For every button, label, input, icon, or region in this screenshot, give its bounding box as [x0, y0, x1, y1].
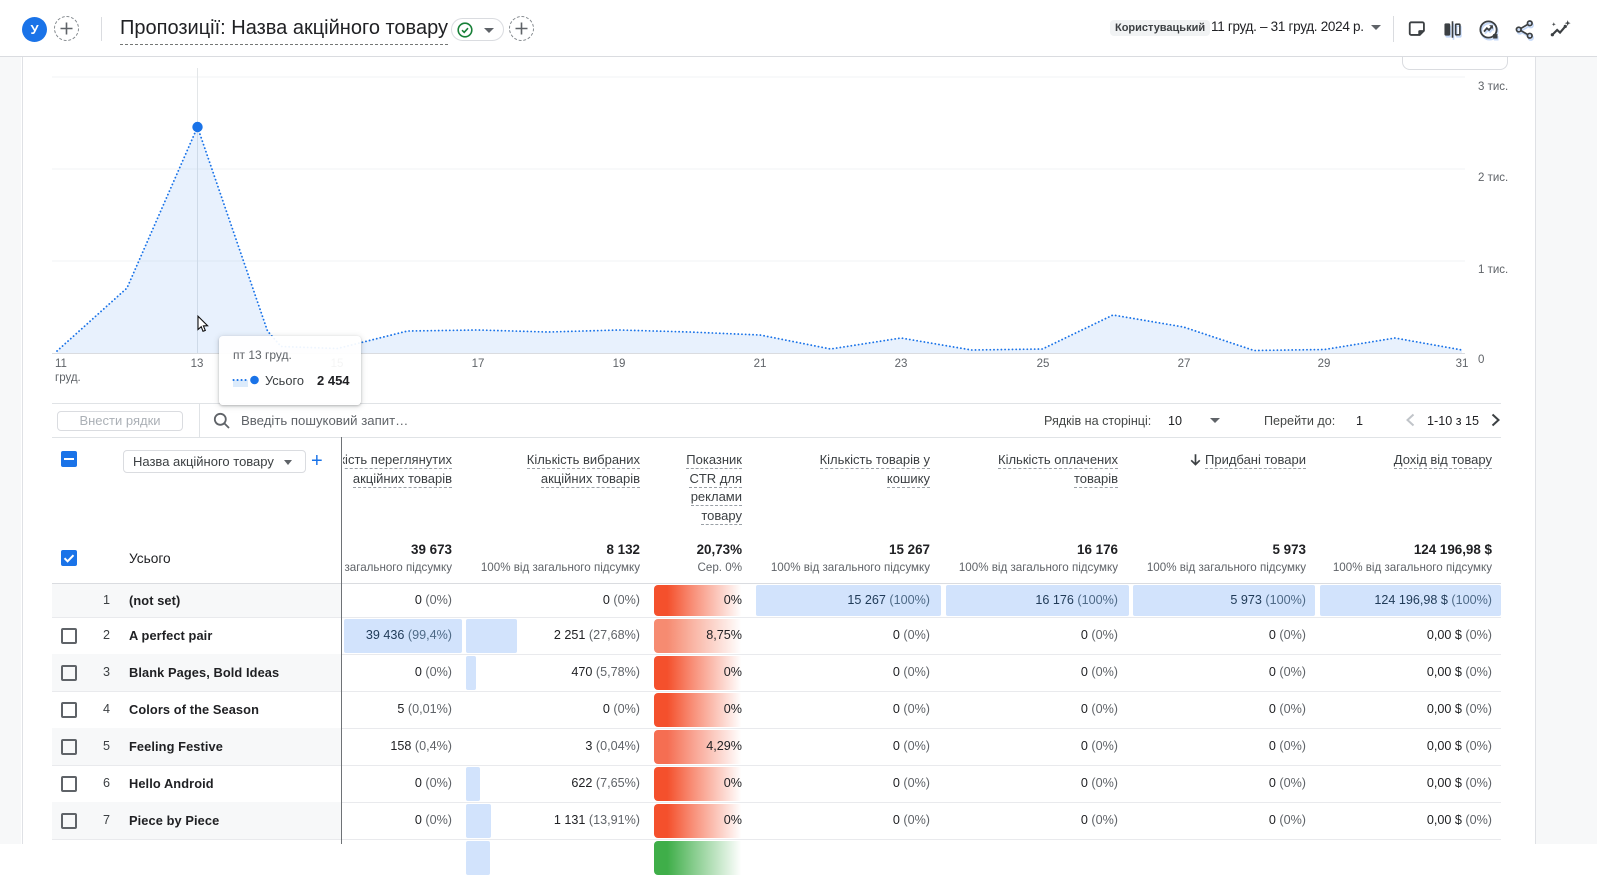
svg-text:2 тис.: 2 тис.: [1478, 172, 1508, 184]
svg-text:27: 27: [1178, 358, 1191, 370]
svg-text:23: 23: [895, 358, 908, 370]
svg-text:31: 31: [1456, 358, 1469, 370]
svg-text:21: 21: [754, 358, 767, 370]
svg-text:29: 29: [1318, 358, 1331, 370]
svg-text:3 тис.: 3 тис.: [1478, 81, 1508, 93]
svg-text:11: 11: [55, 358, 67, 370]
svg-text:0: 0: [1478, 354, 1484, 366]
svg-text:25: 25: [1037, 358, 1050, 370]
svg-text:груд.: груд.: [55, 372, 81, 384]
svg-text:19: 19: [613, 358, 626, 370]
svg-text:13: 13: [191, 358, 204, 370]
svg-text:17: 17: [472, 358, 485, 370]
svg-text:1 тис.: 1 тис.: [1478, 264, 1508, 276]
